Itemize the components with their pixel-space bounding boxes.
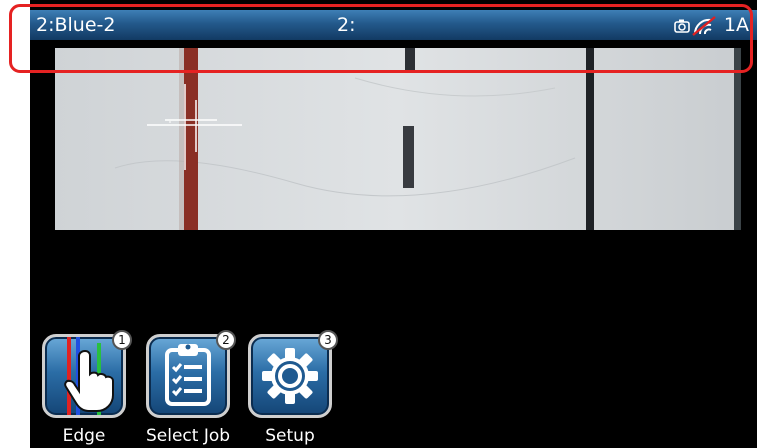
edge-hand-icon [64,337,114,415]
job-name: 2:Blue-2 [36,14,116,36]
setup-button[interactable]: 3 Setup [242,330,338,446]
edge-label: Edge [62,426,106,446]
step-indicator: 2: [337,14,356,36]
edge-badge: 1 [112,330,132,350]
device-screen: 2:Blue-2 2: 1A 1 Edge 2 Select Job 3 Set… [30,0,757,448]
camera-image [55,48,741,230]
setup-badge: 3 [318,330,338,350]
select-job-badge: 2 [216,330,236,350]
status-icons [674,16,716,36]
clipboard-checklist-icon [165,344,211,406]
setup-label: Setup [265,426,315,446]
select-job-label: Select Job [145,426,231,446]
gear-icon [262,348,318,404]
setup-button-face[interactable] [248,334,332,418]
no-signal-icon [692,16,716,36]
camera-view[interactable] [55,48,741,230]
title-bar: 2:Blue-2 2: 1A [30,10,757,40]
edge-button[interactable]: 1 Edge [36,330,132,446]
select-job-button-face[interactable] [146,334,230,418]
select-job-button[interactable]: 2 Select Job [140,330,236,446]
channel-indicator: 1A [723,14,749,36]
edge-button-face[interactable] [42,334,126,418]
camera-icon [674,19,690,33]
